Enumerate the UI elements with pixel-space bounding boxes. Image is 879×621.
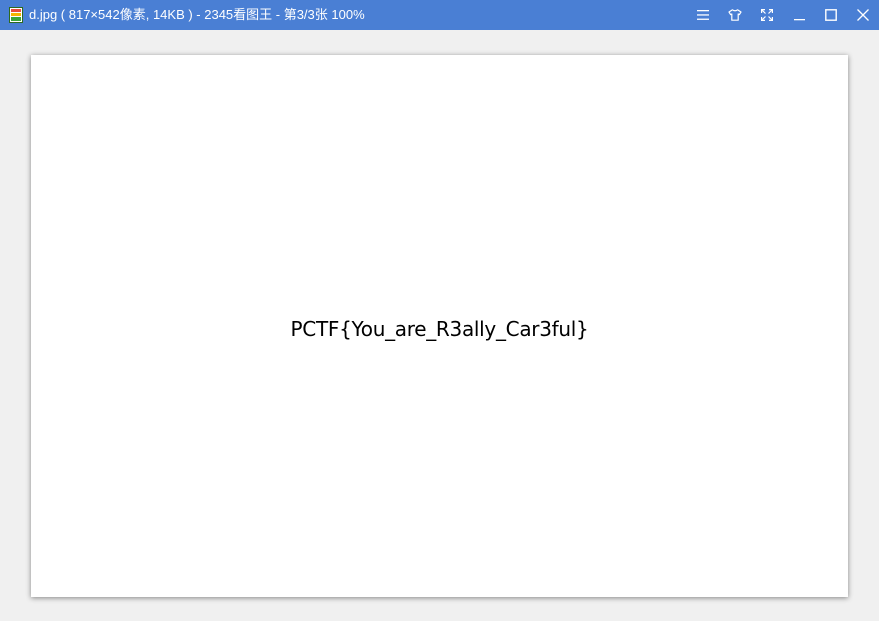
image-viewer-app-icon (9, 7, 23, 23)
fullscreen-icon[interactable] (751, 0, 783, 30)
window-controls (687, 0, 879, 30)
skin-icon[interactable] (719, 0, 751, 30)
displayed-image[interactable]: PCTF{You_are_R3ally_Car3ful} (31, 55, 848, 597)
image-text: PCTF{You_are_R3ally_Car3ful} (290, 317, 589, 341)
window-title: d.jpg ( 817×542像素, 14KB ) - 2345看图王 - 第3… (29, 7, 365, 22)
maximize-icon[interactable] (815, 0, 847, 30)
minimize-icon[interactable] (783, 0, 815, 30)
image-viewer-area[interactable]: PCTF{You_are_R3ally_Car3ful} (0, 30, 879, 621)
menu-icon[interactable] (687, 0, 719, 30)
title-bar[interactable]: d.jpg ( 817×542像素, 14KB ) - 2345看图王 - 第3… (0, 0, 879, 30)
close-icon[interactable] (847, 0, 879, 30)
